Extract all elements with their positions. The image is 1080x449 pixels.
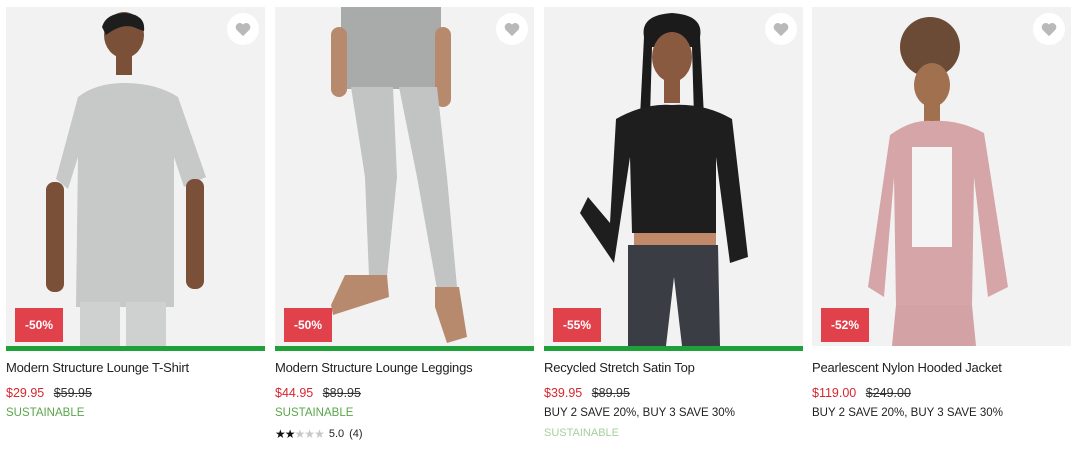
star-filled-icon: ★ xyxy=(284,427,296,441)
promo-text: BUY 2 SAVE 20%, BUY 3 SAVE 30% xyxy=(812,407,1003,419)
availability-bar xyxy=(6,346,265,351)
availability-bar xyxy=(275,346,534,351)
sustainable-tag: SUSTAINABLE xyxy=(275,407,354,419)
price-row: $119.00 $249.00 xyxy=(812,386,1071,401)
original-price: $89.95 xyxy=(591,386,630,400)
product-photo xyxy=(544,7,803,346)
heart-icon xyxy=(773,22,789,36)
sustainable-tag: SUSTAINABLE xyxy=(6,407,85,419)
sale-price: $29.95 xyxy=(6,386,45,400)
price-row: $39.95 $89.95 xyxy=(544,386,803,401)
product-photo xyxy=(812,7,1071,346)
original-price: $89.95 xyxy=(322,386,361,400)
product-image[interactable]: -55% xyxy=(544,7,803,346)
original-price: $249.00 xyxy=(865,386,911,400)
rating-count: (4) xyxy=(349,428,363,440)
product-card[interactable]: -50% Modern Structure Lounge T-Shirt $29… xyxy=(6,7,265,421)
star-empty-icon: ★ xyxy=(304,427,315,441)
favorite-button[interactable] xyxy=(496,13,528,45)
discount-badge: -50% xyxy=(284,308,332,342)
product-image[interactable]: -50% xyxy=(275,7,534,346)
discount-badge: -52% xyxy=(821,308,869,342)
price-row: $29.95 $59.95 xyxy=(6,386,265,401)
product-image[interactable]: -52% xyxy=(812,7,1071,346)
sale-price: $39.95 xyxy=(544,386,583,400)
original-price: $59.95 xyxy=(53,386,92,400)
heart-icon xyxy=(504,22,520,36)
product-card[interactable]: -52% Pearlescent Nylon Hooded Jacket $11… xyxy=(812,7,1071,421)
product-grid: -50% Modern Structure Lounge T-Shirt $29… xyxy=(0,0,1080,449)
star-empty-icon: ★ xyxy=(294,427,306,441)
product-card[interactable]: -50% Modern Structure Lounge Leggings $4… xyxy=(275,7,534,441)
heart-icon xyxy=(235,22,251,36)
sustainable-tag: SUSTAINABLE xyxy=(544,427,619,439)
product-image[interactable]: -50% xyxy=(6,7,265,346)
product-photo xyxy=(6,7,265,346)
product-card[interactable]: -55% Recycled Stretch Satin Top $39.95 $… xyxy=(544,7,803,439)
star-filled-icon: ★ xyxy=(275,427,286,441)
rating-score: 5.0 xyxy=(328,428,345,440)
availability-bar xyxy=(544,346,803,351)
rating-stars: ★ ★ ★ ★ ★ xyxy=(275,427,325,441)
product-title[interactable]: Modern Structure Lounge T-Shirt xyxy=(6,360,265,377)
product-title[interactable]: Recycled Stretch Satin Top xyxy=(544,360,803,377)
star-empty-icon: ★ xyxy=(314,427,325,441)
favorite-button[interactable] xyxy=(1033,13,1065,45)
sale-price: $119.00 xyxy=(812,386,857,400)
promo-text: BUY 2 SAVE 20%, BUY 3 SAVE 30% xyxy=(544,407,735,419)
product-rating[interactable]: ★ ★ ★ ★ ★ 5.0 (4) xyxy=(275,427,534,441)
favorite-button[interactable] xyxy=(227,13,259,45)
product-photo xyxy=(275,7,534,346)
sale-price: $44.95 xyxy=(275,386,314,400)
price-row: $44.95 $89.95 xyxy=(275,386,534,401)
product-title[interactable]: Modern Structure Lounge Leggings xyxy=(275,360,534,377)
discount-badge: -50% xyxy=(15,308,63,342)
heart-icon xyxy=(1041,22,1057,36)
favorite-button[interactable] xyxy=(765,13,797,45)
product-title[interactable]: Pearlescent Nylon Hooded Jacket xyxy=(812,360,1071,377)
availability-bar xyxy=(812,346,1071,351)
discount-badge: -55% xyxy=(553,308,601,342)
